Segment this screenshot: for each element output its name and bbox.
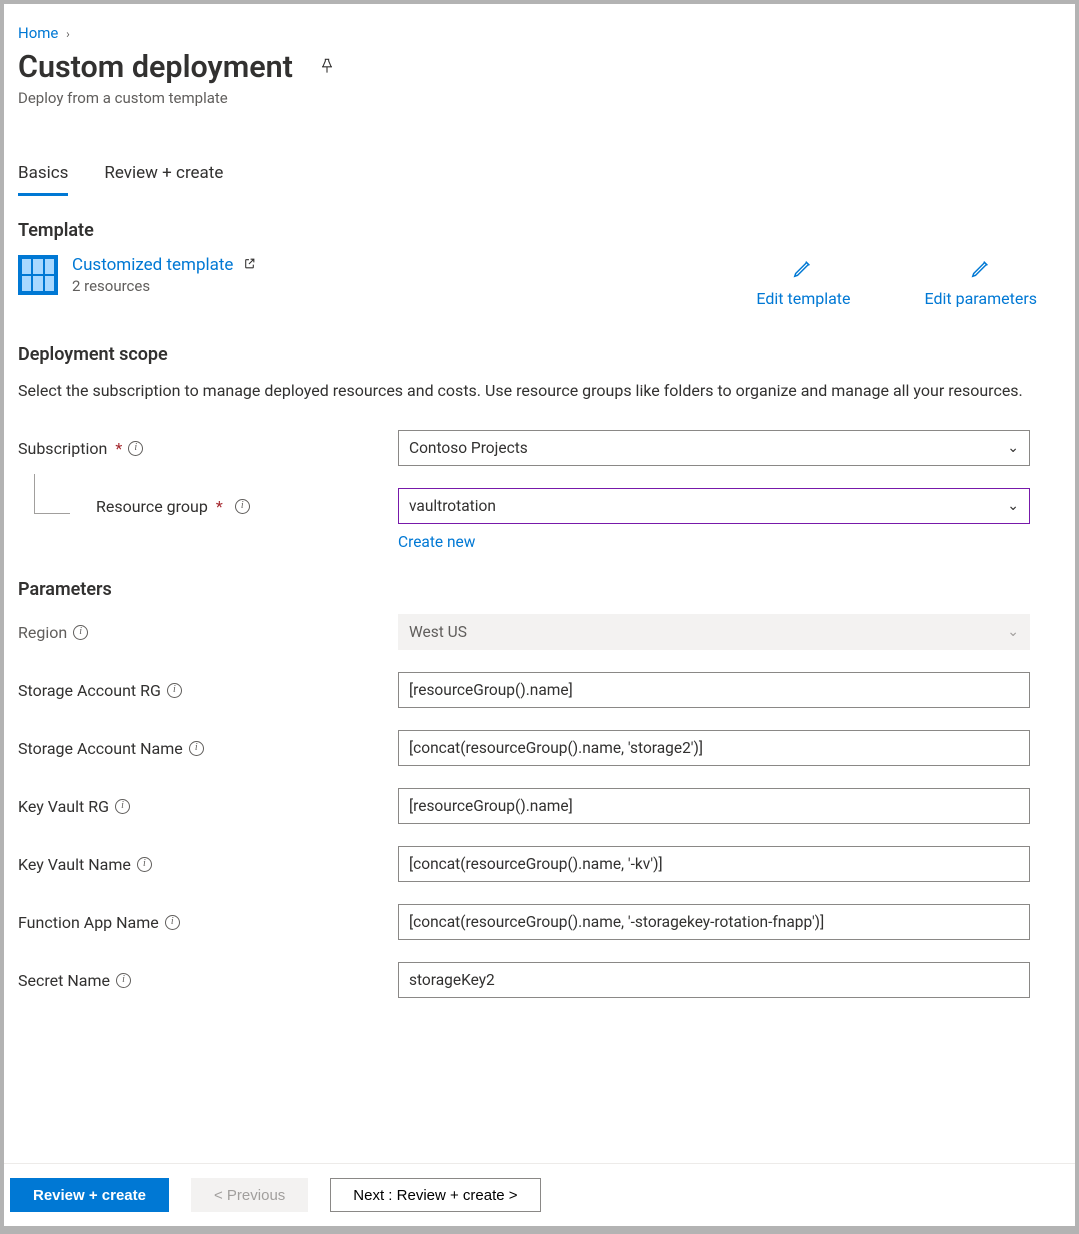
function-app-name-label: Function App Name i — [18, 913, 398, 932]
info-icon[interactable]: i — [128, 441, 143, 456]
info-icon[interactable]: i — [165, 915, 180, 930]
region-select: West US ⌄ — [398, 614, 1030, 650]
breadcrumb-home-link[interactable]: Home — [18, 24, 58, 42]
info-icon[interactable]: i — [235, 499, 250, 514]
resource-group-label: Resource group* i — [18, 497, 398, 516]
storage-account-rg-label: Storage Account RG i — [18, 681, 398, 700]
breadcrumb: Home › — [18, 24, 1061, 42]
edit-parameters-link[interactable]: Edit parameters — [925, 257, 1037, 308]
secret-name-label: Secret Name i — [18, 971, 398, 990]
info-icon[interactable]: i — [167, 683, 182, 698]
external-link-icon — [243, 255, 256, 274]
key-vault-name-label: Key Vault Name i — [18, 855, 398, 874]
branch-line-icon — [34, 474, 70, 514]
edit-template-label: Edit template — [756, 289, 850, 308]
pin-icon[interactable] — [317, 56, 337, 80]
info-icon[interactable]: i — [116, 973, 131, 988]
chevron-right-icon: › — [66, 27, 70, 41]
footer-bar: Review + create < Previous Next : Review… — [4, 1163, 1075, 1226]
region-label: Region i — [18, 623, 398, 642]
storage-account-name-input[interactable]: [concat(resourceGroup().name, 'storage2'… — [398, 730, 1030, 766]
deployment-scope-heading: Deployment scope — [18, 344, 1061, 365]
previous-button: < Previous — [191, 1178, 308, 1212]
template-resource-count: 2 resources — [72, 277, 256, 295]
create-new-resource-group-link[interactable]: Create new — [398, 533, 475, 551]
secret-name-input[interactable]: storageKey2 — [398, 962, 1030, 998]
page-title: Custom deployment — [18, 50, 293, 85]
review-create-button[interactable]: Review + create — [10, 1178, 169, 1212]
subscription-select[interactable]: Contoso Projects ⌄ — [398, 430, 1030, 466]
edit-parameters-label: Edit parameters — [925, 289, 1037, 308]
subscription-label: Subscription* i — [18, 439, 398, 458]
function-app-name-input[interactable]: [concat(resourceGroup().name, '-storagek… — [398, 904, 1030, 940]
page-subtitle: Deploy from a custom template — [18, 89, 1061, 107]
parameters-heading: Parameters — [18, 579, 1061, 600]
edit-template-link[interactable]: Edit template — [756, 257, 850, 308]
key-vault-rg-input[interactable]: [resourceGroup().name] — [398, 788, 1030, 824]
template-icon — [18, 255, 58, 295]
key-vault-name-input[interactable]: [concat(resourceGroup().name, '-kv')] — [398, 846, 1030, 882]
storage-account-name-label: Storage Account Name i — [18, 739, 398, 758]
storage-account-rg-input[interactable]: [resourceGroup().name] — [398, 672, 1030, 708]
template-heading: Template — [18, 220, 1061, 241]
tab-review-create[interactable]: Review + create — [104, 157, 223, 196]
resource-group-value: vaultrotation — [409, 497, 496, 515]
key-vault-rg-label: Key Vault RG i — [18, 797, 398, 816]
customized-template-link[interactable]: Customized template — [72, 255, 233, 275]
resource-group-select[interactable]: vaultrotation ⌄ — [398, 488, 1030, 524]
info-icon[interactable]: i — [137, 857, 152, 872]
region-value: West US — [409, 623, 467, 641]
info-icon[interactable]: i — [189, 741, 204, 756]
chevron-down-icon: ⌄ — [1007, 498, 1019, 514]
tabs: Basics Review + create — [18, 157, 1061, 196]
tab-basics[interactable]: Basics — [18, 157, 68, 196]
chevron-down-icon: ⌄ — [1007, 624, 1019, 640]
chevron-down-icon: ⌄ — [1007, 440, 1019, 456]
next-button[interactable]: Next : Review + create > — [330, 1178, 540, 1212]
deployment-scope-description: Select the subscription to manage deploy… — [18, 379, 1061, 402]
template-info: Customized template 2 resources — [18, 255, 256, 295]
info-icon[interactable]: i — [115, 799, 130, 814]
pencil-icon — [970, 257, 992, 283]
subscription-value: Contoso Projects — [409, 439, 528, 457]
pencil-icon — [792, 257, 814, 283]
custom-deployment-page: Home › Custom deployment Deploy from a c… — [4, 4, 1075, 1226]
info-icon[interactable]: i — [73, 625, 88, 640]
